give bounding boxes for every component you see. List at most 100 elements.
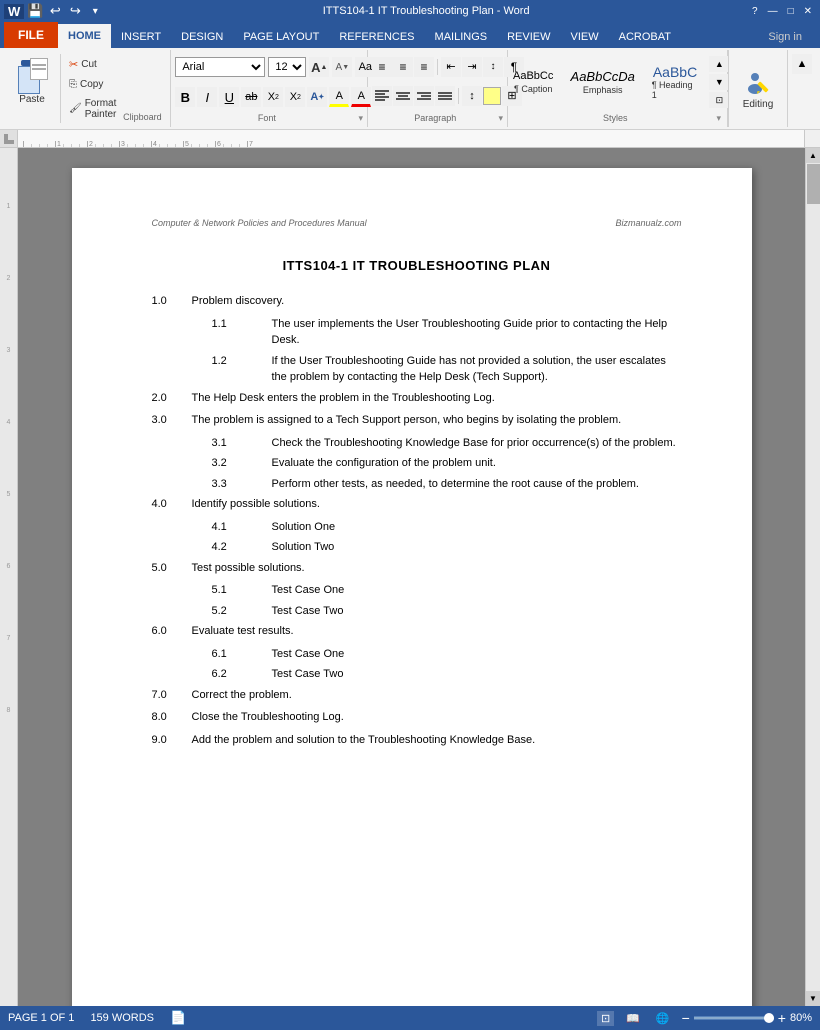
superscript-button[interactable]: X2	[285, 87, 305, 107]
clipboard-label: Clipboard	[123, 112, 162, 122]
proofing-icon[interactable]: 📄	[170, 1010, 186, 1026]
list-item: 4.1 Solution One	[182, 519, 682, 536]
web-layout-btn[interactable]: 🌐	[652, 1011, 674, 1026]
title-bar: W 💾 ↩ ↪ ▾ ITTS104-1 IT Troubleshooting P…	[0, 0, 820, 22]
vertical-ruler: 1 2 3 4 5 6 7 8	[0, 148, 18, 1006]
quick-access-dropdown[interactable]: ▾	[86, 2, 104, 20]
shrink-font-button[interactable]: A▼	[332, 57, 352, 77]
subscript-button[interactable]: X2	[263, 87, 283, 107]
sort-button[interactable]: ↕	[483, 57, 503, 77]
page-count: PAGE 1 OF 1	[8, 1012, 74, 1024]
bullets-button[interactable]: ≡	[372, 57, 392, 77]
line-spacing-button[interactable]: ↕	[462, 86, 482, 106]
collapse-ribbon-btn[interactable]: ▲	[788, 50, 816, 127]
list-item: 8.0 Close the Troubleshooting Log.	[152, 709, 682, 726]
font-name-select[interactable]: Arial	[175, 57, 265, 77]
styles-more[interactable]: ⊡	[709, 92, 729, 108]
style-emphasis[interactable]: AaBbCcDa Emphasis	[565, 66, 641, 98]
read-mode-btn[interactable]: 📖	[622, 1011, 644, 1026]
text-effects-button[interactable]: A✦	[307, 87, 327, 107]
help-btn[interactable]: ?	[748, 5, 762, 18]
undo-btn[interactable]: ↩	[46, 2, 64, 20]
font-size-select[interactable]: 12	[268, 57, 306, 77]
copy-button[interactable]: ⎘ Copy	[65, 77, 120, 92]
tab-view[interactable]: VIEW	[561, 26, 609, 48]
strikethrough-button[interactable]: ab	[241, 87, 261, 107]
paste-button[interactable]: Paste	[10, 54, 54, 107]
tab-design[interactable]: DESIGN	[171, 26, 233, 48]
item-number: 3.2	[212, 455, 272, 472]
zoom-in-btn[interactable]: +	[778, 1010, 786, 1026]
left-ruler-numbers: 1 2 3 4 5 6 7 8	[0, 148, 17, 779]
save-btn[interactable]: 💾	[26, 2, 44, 20]
align-right-button[interactable]	[414, 86, 434, 106]
scroll-track[interactable]	[806, 163, 820, 991]
item-text: Perform other tests, as needed, to deter…	[272, 476, 682, 493]
list-item: 3.3 Perform other tests, as needed, to d…	[182, 476, 682, 493]
font-format-row: B I U ab X2 X2 A✦ A A	[175, 83, 371, 111]
scroll-thumb[interactable]	[807, 164, 820, 204]
styles-scroll-down[interactable]: ▼	[709, 74, 729, 90]
minimize-btn[interactable]: —	[764, 5, 782, 18]
list-item: 4.0 Identify possible solutions.	[152, 496, 682, 513]
tab-insert[interactable]: INSERT	[111, 26, 171, 48]
grow-font-button[interactable]: A▲	[309, 57, 329, 77]
scroll-down-btn[interactable]: ▼	[806, 991, 820, 1006]
tab-acrobat[interactable]: ACROBAT	[609, 26, 681, 48]
style-heading1[interactable]: AaBbC ¶ Heading 1	[645, 61, 706, 104]
style-caption[interactable]: AaBbCc ¶ Caption	[506, 67, 561, 96]
paragraph-group: ≡ ≡ ≡ ⇤ ⇥ ↕ ¶ ↕ ⊞	[368, 50, 508, 127]
header-right: Bizmanualz.com	[615, 218, 681, 228]
item-text: Correct the problem.	[192, 687, 682, 704]
highlight-color-button[interactable]: A	[329, 87, 349, 107]
redo-btn[interactable]: ↪	[66, 2, 84, 20]
justify-button[interactable]	[435, 86, 455, 106]
font-group: Arial 12 A▲ A▼ Aa ✕ B I U ab X2 X2 A✦ A …	[171, 50, 368, 127]
style-caption-label: ¶ Caption	[514, 84, 552, 94]
zoom-percent: 80%	[790, 1012, 812, 1024]
shading-button[interactable]	[483, 87, 501, 105]
item-number: 5.2	[212, 603, 272, 620]
styles-scroll-up[interactable]: ▲	[709, 56, 729, 72]
zoom-out-btn[interactable]: −	[682, 1010, 690, 1026]
decrease-indent-button[interactable]: ⇤	[441, 57, 461, 77]
underline-button[interactable]: U	[219, 87, 239, 107]
tab-page-layout[interactable]: PAGE LAYOUT	[233, 26, 329, 48]
tab-file[interactable]: FILE	[4, 22, 58, 48]
scroll-up-btn[interactable]: ▲	[806, 148, 820, 163]
tab-mailings[interactable]: MAILINGS	[425, 26, 498, 48]
editing-icon	[742, 67, 774, 99]
zoom-slider[interactable]	[694, 1016, 774, 1020]
item-number: 8.0	[152, 709, 192, 726]
signin-link[interactable]: Sign in	[758, 26, 812, 48]
ribbon-tabs: FILE HOME INSERT DESIGN PAGE LAYOUT REFE…	[0, 22, 820, 48]
tab-references[interactable]: REFERENCES	[329, 26, 424, 48]
style-emphasis-preview: AaBbCcDa	[571, 69, 635, 85]
vertical-scrollbar[interactable]: ▲ ▼	[805, 148, 820, 1006]
item-text: The problem is assigned to a Tech Suppor…	[192, 412, 682, 429]
cut-button[interactable]: ✂ Cut	[65, 56, 120, 73]
bold-button[interactable]: B	[175, 87, 195, 107]
increase-indent-button[interactable]: ⇥	[462, 57, 482, 77]
numbering-button[interactable]: ≡	[393, 57, 413, 77]
print-layout-btn[interactable]: ⊡	[597, 1011, 614, 1026]
italic-button[interactable]: I	[197, 87, 217, 107]
maximize-btn[interactable]: □	[784, 5, 798, 18]
list-item: 5.0 Test possible solutions.	[152, 560, 682, 577]
tab-review[interactable]: REVIEW	[497, 26, 560, 48]
window-controls[interactable]: ? — □ ✕	[748, 5, 820, 18]
tab-home[interactable]: HOME	[58, 24, 111, 48]
document-page[interactable]: Computer & Network Policies and Procedur…	[72, 168, 752, 1006]
list-item: 9.0 Add the problem and solution to the …	[152, 732, 682, 749]
document-area[interactable]: Computer & Network Policies and Procedur…	[18, 148, 805, 1006]
multilevel-list-button[interactable]: ≡	[414, 57, 434, 77]
close-btn[interactable]: ✕	[800, 5, 816, 18]
format-painter-button[interactable]: 🖌 Format Painter	[65, 96, 120, 122]
item-text: The user implements the User Troubleshoo…	[272, 316, 682, 349]
zoom-control[interactable]: − + 80%	[682, 1010, 812, 1026]
align-center-button[interactable]	[393, 86, 413, 106]
status-bar: PAGE 1 OF 1 159 WORDS 📄 ⊡ 📖 🌐 − + 80%	[0, 1006, 820, 1030]
align-left-button[interactable]	[372, 86, 392, 106]
document-body[interactable]: 1.0 Problem discovery. 1.1 The user impl…	[152, 293, 682, 748]
editing-svg	[744, 69, 772, 97]
